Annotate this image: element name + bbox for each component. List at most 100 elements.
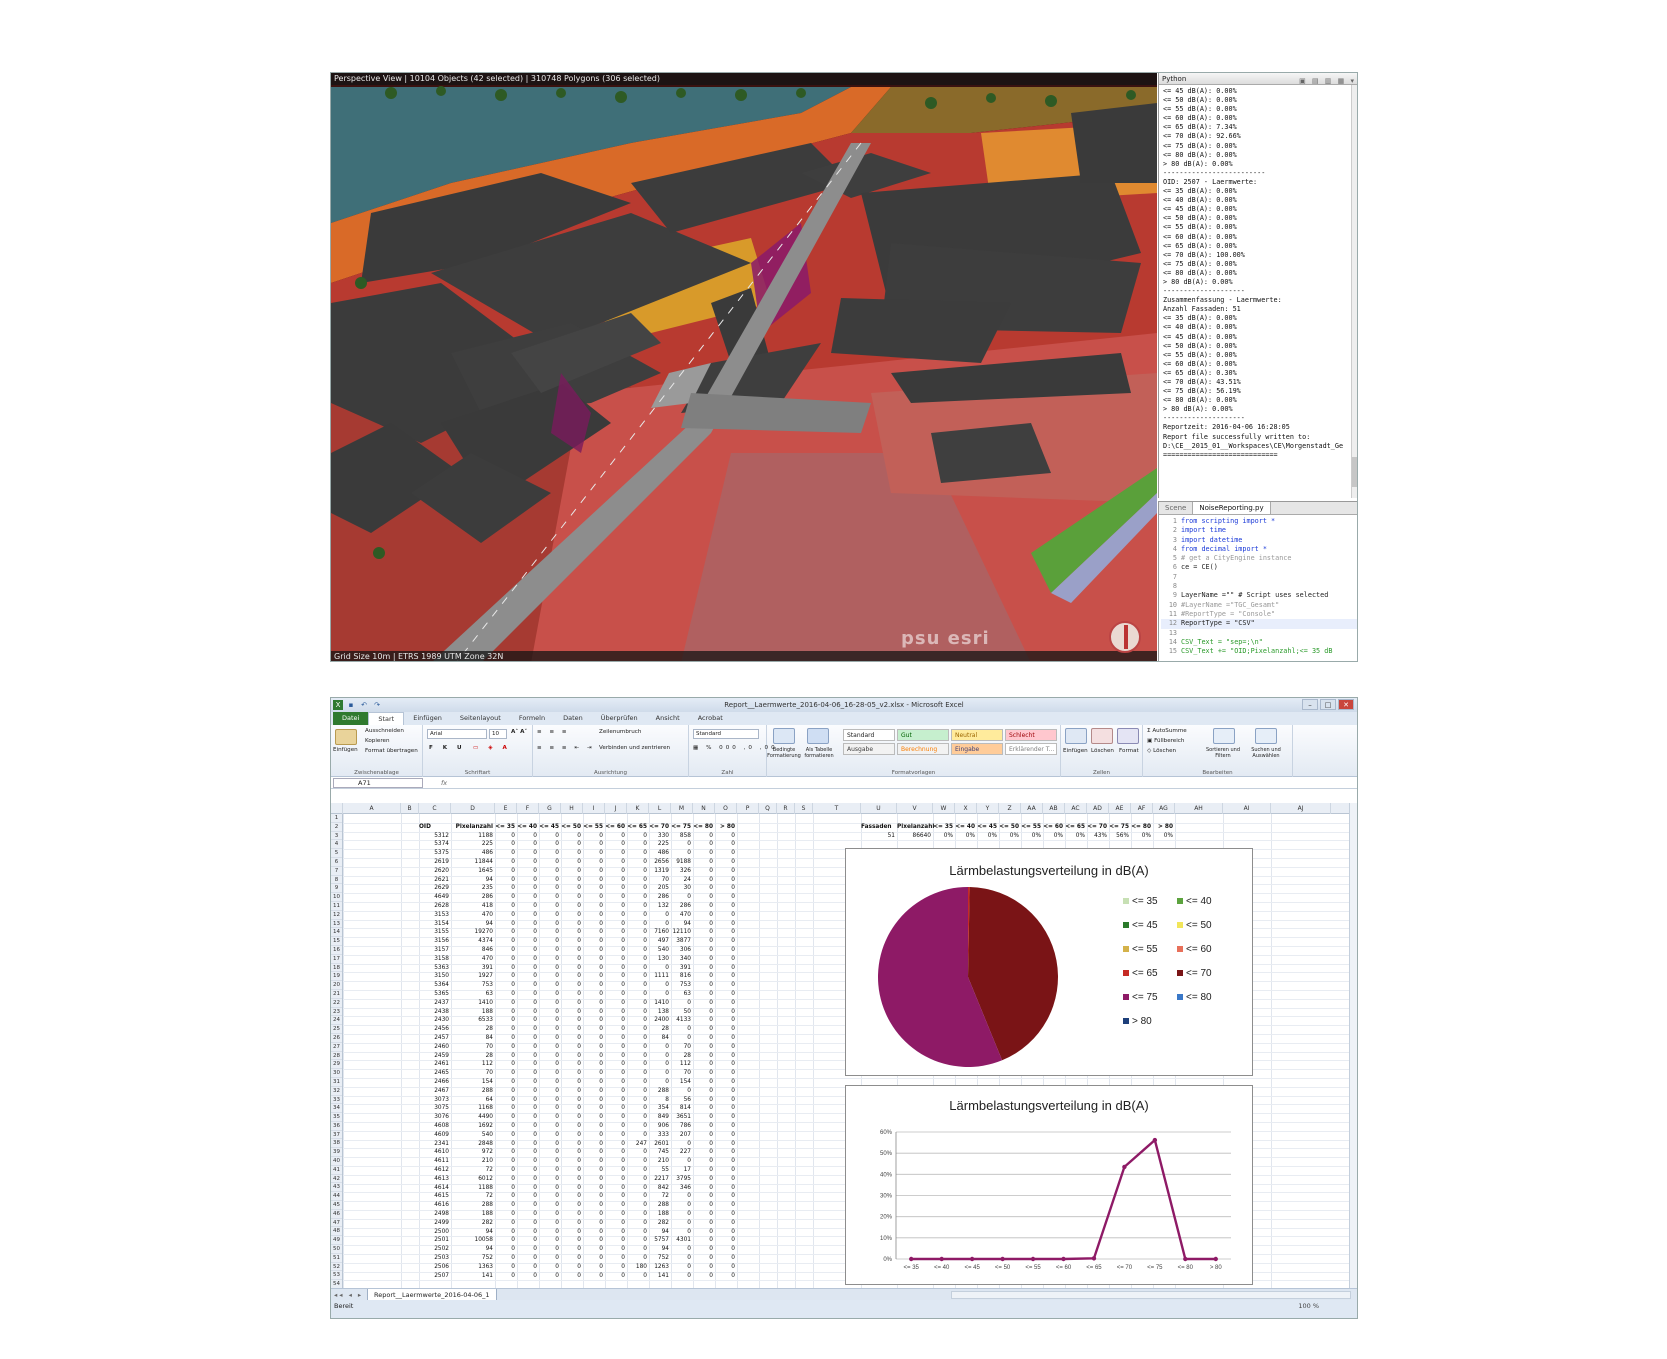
grow-font-icon[interactable]: A˄ A˅ [511,729,527,735]
row-header[interactable]: 20 [331,981,342,990]
align-left-icons[interactable]: ≡ ≡ ≡ ⇤ ⇥ [537,745,595,751]
number-format-icons[interactable]: ▦ % 000 ,0 ,00 [693,745,778,751]
row-header[interactable]: 23 [331,1008,342,1017]
row-header[interactable]: 27 [331,1043,342,1052]
row-header[interactable]: 25 [331,1025,342,1034]
row-header[interactable]: 32 [331,1087,342,1096]
row-header[interactable]: 50 [331,1245,342,1254]
row-header[interactable]: 4 [331,840,342,850]
paste-icon[interactable] [335,729,357,745]
row-header[interactable]: 40 [331,1157,342,1166]
row-header[interactable]: 34 [331,1104,342,1114]
column-header[interactable]: Z [999,803,1021,814]
row-header[interactable]: 33 [331,1096,342,1105]
font-name-select[interactable]: Arial [427,729,487,739]
row-header[interactable]: 37 [331,1131,342,1140]
row-header[interactable]: 54 [331,1280,342,1288]
row-header[interactable]: 24 [331,1016,342,1026]
row-header[interactable]: 17 [331,955,342,964]
column-header[interactable]: AB [1043,803,1065,814]
column-header[interactable]: A [343,803,401,814]
row-header[interactable]: 48 [331,1227,342,1237]
insert-cells-button[interactable]: Einfügen [1063,748,1088,754]
insert-cells-icon[interactable] [1065,728,1087,744]
row-header[interactable]: 14 [331,928,342,938]
fx-icon[interactable]: fx [441,777,447,789]
tab-scene[interactable]: Scene [1159,502,1192,514]
sort-filter-icon[interactable] [1213,728,1235,744]
format-painter-button[interactable]: Format übertragen [365,748,418,754]
ribbon-tab[interactable]: Formeln [510,712,554,725]
scroll-thumb[interactable] [1352,457,1357,487]
row-header[interactable]: 22 [331,999,342,1008]
delete-cells-button[interactable]: Löschen [1091,748,1114,754]
console-toolbar-icons[interactable]: ▣ ▤ ▥ ▦ ▾ [1299,75,1356,87]
clear-button[interactable]: ◇ Löschen [1147,748,1176,754]
row-header[interactable]: 18 [331,964,342,973]
format-cells-button[interactable]: Format [1119,748,1139,754]
vertical-scrollbar[interactable] [1349,803,1357,1288]
autosum-button[interactable]: Σ AutoSumme [1147,728,1187,734]
column-header[interactable]: AI [1223,803,1271,814]
row-header[interactable]: 3 [331,832,342,841]
row-header[interactable]: 43 [331,1183,342,1193]
format-table-button[interactable]: Als Tabelle formatieren [801,747,837,759]
format-cells-icon[interactable] [1117,728,1139,744]
column-header[interactable]: AC [1065,803,1087,814]
column-header[interactable]: AF [1131,803,1153,814]
format-table-icon[interactable] [807,728,829,744]
find-select-icon[interactable] [1255,728,1277,744]
row-header[interactable]: 47 [331,1219,342,1228]
ribbon-tab[interactable]: Ansicht [647,712,689,725]
python-console-scrollbar[interactable] [1351,85,1357,498]
row-header[interactable]: 30 [331,1069,342,1078]
row-header[interactable]: 38 [331,1139,342,1149]
column-header[interactable]: AA [1021,803,1043,814]
paste-button[interactable]: Einfügen [333,747,358,753]
row-header[interactable]: 15 [331,937,342,946]
font-style-buttons[interactable]: F K U [429,745,466,751]
cell-style[interactable]: Schlecht [1005,729,1057,741]
column-header[interactable]: I [583,803,605,814]
cell-style[interactable]: Eingabe [951,743,1003,755]
save-icon[interactable]: ▪ [346,700,356,710]
column-header[interactable]: L [649,803,671,814]
column-header[interactable]: R [777,803,795,814]
compass-icon[interactable] [1109,621,1141,653]
row-header[interactable]: 35 [331,1113,342,1122]
number-format-select[interactable]: Standard [693,729,759,739]
row-header[interactable]: 44 [331,1192,342,1202]
sort-filter-button[interactable]: Sortieren und Filtern [1203,747,1243,759]
ribbon-tab[interactable]: Einfügen [404,712,451,725]
minimize-button[interactable]: – [1302,699,1318,710]
column-header[interactable]: S [795,803,813,814]
row-header[interactable]: 26 [331,1034,342,1043]
column-header[interactable]: U [861,803,897,814]
row-header[interactable]: 9 [331,884,342,894]
row-header[interactable]: 11 [331,902,342,911]
row-header[interactable]: 36 [331,1122,342,1131]
row-header[interactable]: 2 [331,823,342,832]
cell-style[interactable]: Neutral [951,729,1003,741]
pie-chart[interactable]: Lärmbelastungsverteilung in dB(A) <= 35 <… [845,848,1253,1076]
column-header[interactable]: AJ [1271,803,1331,814]
3d-viewport[interactable]: Perspective View | 10104 Objects (42 sel… [331,73,1157,661]
column-header[interactable]: H [561,803,583,814]
name-box[interactable]: A71 [333,778,423,788]
row-header[interactable]: 39 [331,1148,342,1158]
column-header[interactable]: AH [1175,803,1223,814]
undo-icon[interactable]: ↶ [359,700,369,710]
column-header[interactable]: E [495,803,517,814]
column-header[interactable]: T [813,803,861,814]
row-header[interactable]: 12 [331,911,342,920]
column-header[interactable]: J [605,803,627,814]
ribbon-tab[interactable]: Daten [554,712,592,725]
row-header[interactable]: 45 [331,1201,342,1210]
align-top-icons[interactable]: ≡ ≡ ≡ [537,729,570,735]
close-button[interactable]: ✕ [1338,699,1354,710]
column-header[interactable]: M [671,803,693,814]
conditional-format-button[interactable]: Bedingte Formatierung [767,747,801,759]
row-header[interactable]: 28 [331,1052,342,1061]
column-header[interactable]: C [419,803,451,814]
ribbon-tab[interactable]: Überprüfen [592,712,647,725]
